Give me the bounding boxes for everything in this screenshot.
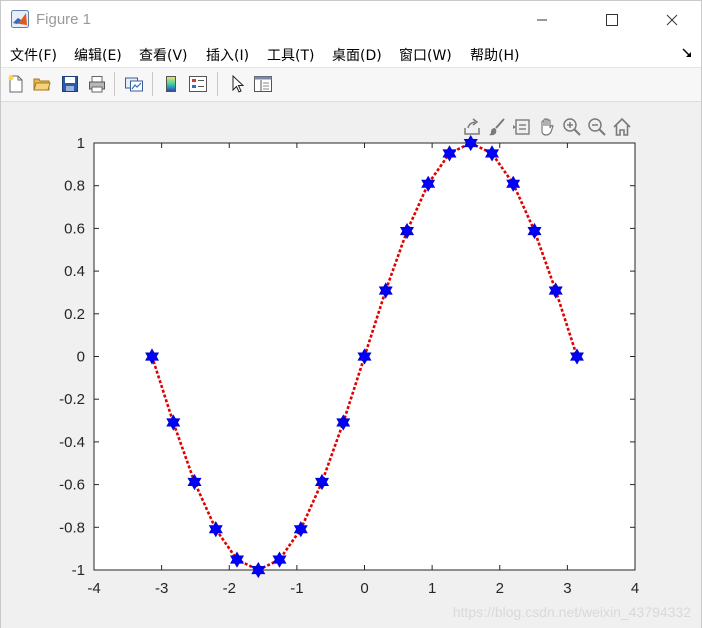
legend-icon — [189, 76, 207, 92]
x-tick-label: 2 — [496, 580, 504, 597]
minimize-icon — [537, 19, 547, 21]
new-figure-button[interactable] — [5, 73, 27, 95]
y-tick-label: 0.4 — [64, 263, 85, 280]
menu-window[interactable]: 窗口(W) — [399, 45, 452, 65]
edit-plot-button[interactable] — [226, 73, 248, 95]
x-tick-label: -1 — [290, 580, 303, 597]
y-tick-label: 0.6 — [64, 220, 85, 237]
x-tick-label: 0 — [360, 580, 368, 597]
y-tick-labels: 1 0.8 0.6 0.4 0.2 0 -0.2 -0.4 -0.6 -0.8 -1 — [59, 135, 85, 579]
figure-window: Figure 1 文件(F) 编辑(E) 查看(V) 插入(I) 工具(T) 桌… — [0, 0, 702, 628]
insert-colorbar-button[interactable] — [160, 73, 182, 95]
link-plot-icon — [125, 77, 143, 92]
window-title: Figure 1 — [36, 11, 92, 28]
y-tick-label: -0.8 — [59, 519, 85, 536]
cursor-arrow-icon — [232, 75, 245, 93]
close-icon — [666, 14, 678, 26]
colorbar-icon — [166, 76, 176, 92]
save-button[interactable] — [59, 73, 81, 95]
menu-help[interactable]: 帮助(H) — [470, 45, 519, 65]
print-button[interactable] — [86, 73, 108, 95]
watermark-text: https://blog.csdn.net/weixin_43794332 — [452, 604, 691, 620]
menu-file[interactable]: 文件(F) — [10, 45, 57, 65]
open-file-button[interactable] — [31, 73, 53, 95]
link-plot-button[interactable] — [123, 73, 145, 95]
y-tick-label: -0.2 — [59, 391, 85, 408]
dock-arrow-icon[interactable] — [681, 47, 693, 59]
matlab-logo-icon — [11, 10, 29, 28]
y-tick-label: 0.2 — [64, 306, 85, 323]
plot-svg: -4 -3 -2 -1 0 1 2 3 4 1 0.8 0.6 0.4 0.2 0 -0.2 -0.4 -0.6… — [59, 134, 639, 597]
y-tick-label: 0.8 — [64, 178, 85, 195]
y-tick-label: 0 — [77, 349, 85, 366]
x-tick-label: 4 — [631, 580, 639, 597]
property-inspector-button[interactable] — [252, 73, 274, 95]
x-tick-label: 3 — [563, 580, 571, 597]
menu-tools[interactable]: 工具(T) — [267, 45, 314, 65]
figure-canvas[interactable]: -4 -3 -2 -1 0 1 2 3 4 1 0.8 0.6 0.4 0.2 0 -0.2 -0.4 -0.6… — [1, 102, 701, 628]
menu-bar: 文件(F) 编辑(E) 查看(V) 插入(I) 工具(T) 桌面(D) 窗口(W… — [1, 39, 701, 68]
y-tick-label: 1 — [77, 135, 85, 152]
x-tick-label: -2 — [223, 580, 236, 597]
x-tick-label: -3 — [155, 580, 168, 597]
open-folder-icon — [33, 78, 51, 91]
menu-view[interactable]: 查看(V) — [139, 45, 188, 65]
property-inspector-icon — [254, 76, 272, 92]
menu-insert[interactable]: 插入(I) — [206, 45, 249, 65]
title-bar[interactable]: Figure 1 — [1, 1, 701, 39]
y-tick-label: -0.6 — [59, 477, 85, 494]
x-tick-labels: -4 -3 -2 -1 0 1 2 3 4 — [87, 580, 639, 597]
close-button[interactable] — [649, 1, 695, 39]
new-file-icon — [8, 75, 23, 93]
maximize-button[interactable] — [589, 1, 635, 39]
menu-edit[interactable]: 编辑(E) — [74, 45, 122, 65]
minimize-button[interactable] — [519, 1, 565, 39]
printer-icon — [89, 76, 105, 93]
x-tick-label: -4 — [87, 580, 100, 597]
save-icon — [62, 76, 78, 92]
menu-desktop[interactable]: 桌面(D) — [332, 45, 382, 65]
y-tick-label: -0.4 — [59, 434, 85, 451]
insert-legend-button[interactable] — [187, 73, 209, 95]
maximize-icon — [606, 14, 618, 26]
x-tick-label: 1 — [428, 580, 436, 597]
figure-toolbar — [1, 68, 701, 102]
y-tick-label: -1 — [72, 562, 85, 579]
